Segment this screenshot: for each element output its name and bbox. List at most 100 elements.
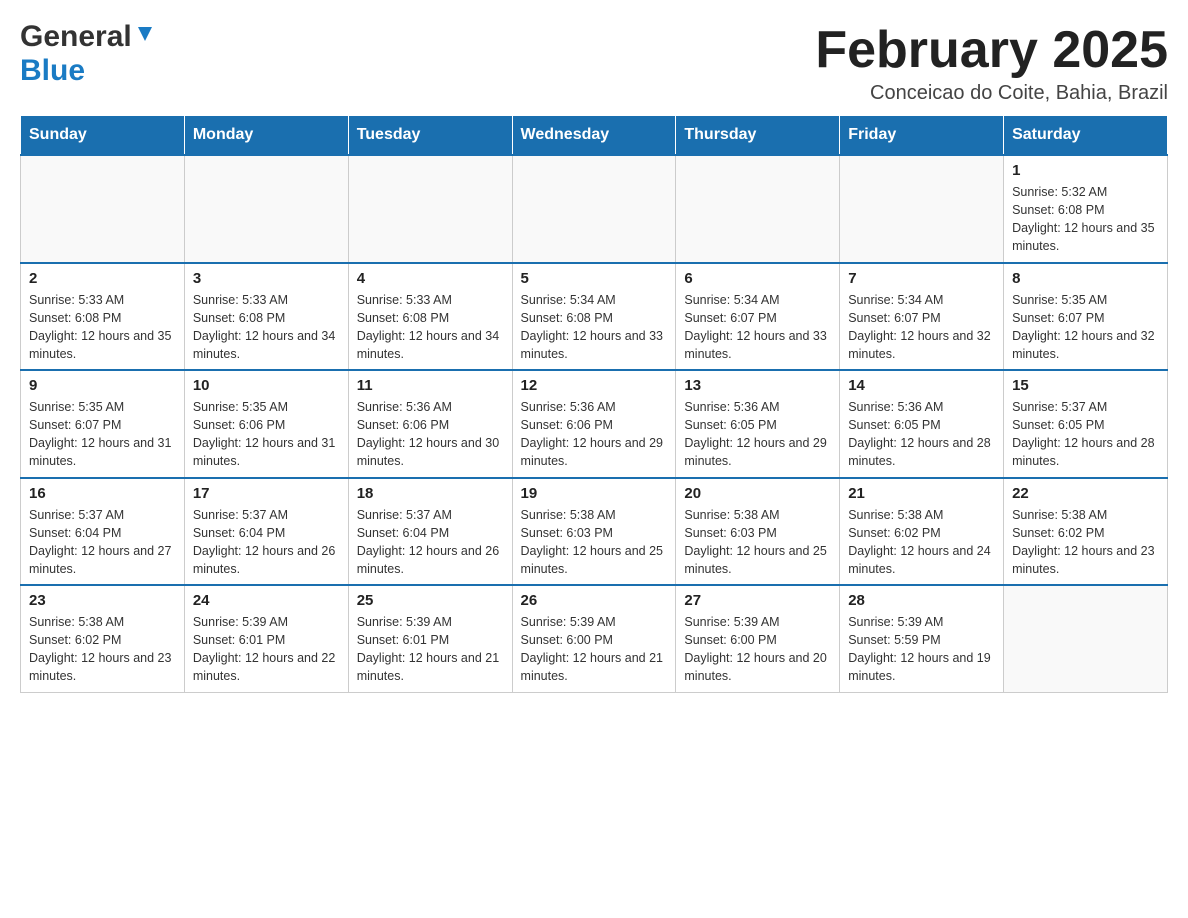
day-number: 2 xyxy=(29,270,176,287)
logo: General Blue xyxy=(20,20,156,88)
day-number: 17 xyxy=(193,485,340,502)
calendar-cell: 22 Sunrise: 5:38 AMSunset: 6:02 PMDayligh… xyxy=(1004,478,1168,586)
day-info: Sunrise: 5:36 AMSunset: 6:06 PMDaylight:… xyxy=(521,398,668,471)
day-info: Sunrise: 5:35 AMSunset: 6:06 PMDaylight:… xyxy=(193,398,340,471)
calendar-header: SundayMondayTuesdayWednesdayThursdayFrid… xyxy=(21,116,1168,156)
week-row-3: 9 Sunrise: 5:35 AMSunset: 6:07 PMDaylight… xyxy=(21,370,1168,478)
day-header-friday: Friday xyxy=(840,116,1004,156)
day-number: 14 xyxy=(848,377,995,394)
day-number: 3 xyxy=(193,270,340,287)
calendar-cell: 14Sunrise: 5:36 AMSunset: 6:05 PMDayligh… xyxy=(840,370,1004,478)
day-info: Sunrise: 5:38 AMSunset: 6:02 PMDaylight:… xyxy=(1012,506,1159,579)
day-info: Sunrise: 5:38 AMSunset: 6:03 PMDaylight:… xyxy=(684,506,831,579)
week-row-1: 1Sunrise: 5:32 AMSunset: 6:08 PMDaylight… xyxy=(21,155,1168,263)
calendar-cell: 7 Sunrise: 5:34 AMSunset: 6:07 PMDaylight… xyxy=(840,263,1004,371)
calendar-cell: 21 Sunrise: 5:38 AMSunset: 6:02 PMDayligh… xyxy=(840,478,1004,586)
day-number: 27 xyxy=(684,592,831,609)
calendar-cell xyxy=(512,155,676,263)
day-info: Sunrise: 5:34 AMSunset: 6:07 PMDaylight:… xyxy=(848,291,995,364)
day-info: Sunrise: 5:33 AMSunset: 6:08 PMDaylight:… xyxy=(29,291,176,364)
day-header-sunday: Sunday xyxy=(21,116,185,156)
calendar-cell: 12 Sunrise: 5:36 AMSunset: 6:06 PMDayligh… xyxy=(512,370,676,478)
day-info: Sunrise: 5:36 AMSunset: 6:05 PMDaylight:… xyxy=(684,398,831,471)
day-info: Sunrise: 5:38 AMSunset: 6:02 PMDaylight:… xyxy=(29,613,176,686)
day-number: 11 xyxy=(357,377,504,394)
week-row-4: 16 Sunrise: 5:37 AMSunset: 6:04 PMDayligh… xyxy=(21,478,1168,586)
day-number: 25 xyxy=(357,592,504,609)
day-number: 13 xyxy=(684,377,831,394)
day-number: 4 xyxy=(357,270,504,287)
title-section: February 2025 Conceicao do Coite, Bahia,… xyxy=(815,20,1168,105)
day-number: 12 xyxy=(521,377,668,394)
calendar-cell: 18Sunrise: 5:37 AMSunset: 6:04 PMDayligh… xyxy=(348,478,512,586)
day-info: Sunrise: 5:39 AMSunset: 6:00 PMDaylight:… xyxy=(684,613,831,686)
day-info: Sunrise: 5:38 AMSunset: 6:03 PMDaylight:… xyxy=(521,506,668,579)
day-number: 16 xyxy=(29,485,176,502)
day-number: 9 xyxy=(29,377,176,394)
day-number: 26 xyxy=(521,592,668,609)
calendar-cell: 19 Sunrise: 5:38 AMSunset: 6:03 PMDayligh… xyxy=(512,478,676,586)
calendar-cell: 28 Sunrise: 5:39 AMSunset: 5:59 PMDayligh… xyxy=(840,585,1004,692)
day-info: Sunrise: 5:35 AMSunset: 6:07 PMDaylight:… xyxy=(29,398,176,471)
calendar-cell: 27 Sunrise: 5:39 AMSunset: 6:00 PMDayligh… xyxy=(676,585,840,692)
logo-general-text: General xyxy=(20,20,132,54)
calendar-cell: 17 Sunrise: 5:37 AMSunset: 6:04 PMDayligh… xyxy=(184,478,348,586)
day-number: 10 xyxy=(193,377,340,394)
calendar-cell: 25 Sunrise: 5:39 AMSunset: 6:01 PMDayligh… xyxy=(348,585,512,692)
day-number: 22 xyxy=(1012,485,1159,502)
page-header: General Blue February 2025 Conceicao do … xyxy=(20,20,1168,105)
day-info: Sunrise: 5:37 AMSunset: 6:04 PMDaylight:… xyxy=(193,506,340,579)
calendar-cell: 15 Sunrise: 5:37 AMSunset: 6:05 PMDayligh… xyxy=(1004,370,1168,478)
calendar-cell: 4Sunrise: 5:33 AMSunset: 6:08 PMDaylight… xyxy=(348,263,512,371)
day-number: 21 xyxy=(848,485,995,502)
day-number: 6 xyxy=(684,270,831,287)
calendar-cell xyxy=(1004,585,1168,692)
week-row-2: 2 Sunrise: 5:33 AMSunset: 6:08 PMDaylight… xyxy=(21,263,1168,371)
day-number: 28 xyxy=(848,592,995,609)
day-header-monday: Monday xyxy=(184,116,348,156)
day-info: Sunrise: 5:37 AMSunset: 6:04 PMDaylight:… xyxy=(357,506,504,579)
calendar-cell: 24 Sunrise: 5:39 AMSunset: 6:01 PMDayligh… xyxy=(184,585,348,692)
calendar-cell: 2 Sunrise: 5:33 AMSunset: 6:08 PMDaylight… xyxy=(21,263,185,371)
day-number: 23 xyxy=(29,592,176,609)
calendar-cell: 3Sunrise: 5:33 AMSunset: 6:08 PMDaylight… xyxy=(184,263,348,371)
day-number: 1 xyxy=(1012,162,1159,179)
day-info: Sunrise: 5:39 AMSunset: 6:01 PMDaylight:… xyxy=(357,613,504,686)
page-subtitle: Conceicao do Coite, Bahia, Brazil xyxy=(815,82,1168,105)
calendar-cell: 20Sunrise: 5:38 AMSunset: 6:03 PMDayligh… xyxy=(676,478,840,586)
calendar-cell xyxy=(348,155,512,263)
day-info: Sunrise: 5:39 AMSunset: 6:00 PMDaylight:… xyxy=(521,613,668,686)
day-info: Sunrise: 5:34 AMSunset: 6:08 PMDaylight:… xyxy=(521,291,668,364)
calendar-cell: 5Sunrise: 5:34 AMSunset: 6:08 PMDaylight… xyxy=(512,263,676,371)
day-number: 19 xyxy=(521,485,668,502)
calendar-cell: 23 Sunrise: 5:38 AMSunset: 6:02 PMDayligh… xyxy=(21,585,185,692)
calendar-cell: 9 Sunrise: 5:35 AMSunset: 6:07 PMDaylight… xyxy=(21,370,185,478)
day-headers-row: SundayMondayTuesdayWednesdayThursdayFrid… xyxy=(21,116,1168,156)
calendar-cell: 16 Sunrise: 5:37 AMSunset: 6:04 PMDayligh… xyxy=(21,478,185,586)
day-info: Sunrise: 5:39 AMSunset: 6:01 PMDaylight:… xyxy=(193,613,340,686)
calendar-table: SundayMondayTuesdayWednesdayThursdayFrid… xyxy=(20,115,1168,693)
calendar-body: 1Sunrise: 5:32 AMSunset: 6:08 PMDaylight… xyxy=(21,155,1168,692)
day-info: Sunrise: 5:34 AMSunset: 6:07 PMDaylight:… xyxy=(684,291,831,364)
day-number: 8 xyxy=(1012,270,1159,287)
day-number: 7 xyxy=(848,270,995,287)
week-row-5: 23 Sunrise: 5:38 AMSunset: 6:02 PMDayligh… xyxy=(21,585,1168,692)
day-info: Sunrise: 5:37 AMSunset: 6:05 PMDaylight:… xyxy=(1012,398,1159,471)
calendar-cell: 10 Sunrise: 5:35 AMSunset: 6:06 PMDayligh… xyxy=(184,370,348,478)
day-info: Sunrise: 5:38 AMSunset: 6:02 PMDaylight:… xyxy=(848,506,995,579)
day-info: Sunrise: 5:36 AMSunset: 6:06 PMDaylight:… xyxy=(357,398,504,471)
calendar-cell: 1Sunrise: 5:32 AMSunset: 6:08 PMDaylight… xyxy=(1004,155,1168,263)
day-header-tuesday: Tuesday xyxy=(348,116,512,156)
calendar-cell: 11 Sunrise: 5:36 AMSunset: 6:06 PMDayligh… xyxy=(348,370,512,478)
day-number: 24 xyxy=(193,592,340,609)
page-title: February 2025 xyxy=(815,20,1168,80)
day-info: Sunrise: 5:37 AMSunset: 6:04 PMDaylight:… xyxy=(29,506,176,579)
logo-arrow-icon xyxy=(134,23,156,50)
day-info: Sunrise: 5:39 AMSunset: 5:59 PMDaylight:… xyxy=(848,613,995,686)
logo-blue-text: Blue xyxy=(20,54,85,88)
day-number: 15 xyxy=(1012,377,1159,394)
calendar-cell xyxy=(840,155,1004,263)
calendar-cell: 6 Sunrise: 5:34 AMSunset: 6:07 PMDaylight… xyxy=(676,263,840,371)
calendar-cell xyxy=(184,155,348,263)
day-header-wednesday: Wednesday xyxy=(512,116,676,156)
